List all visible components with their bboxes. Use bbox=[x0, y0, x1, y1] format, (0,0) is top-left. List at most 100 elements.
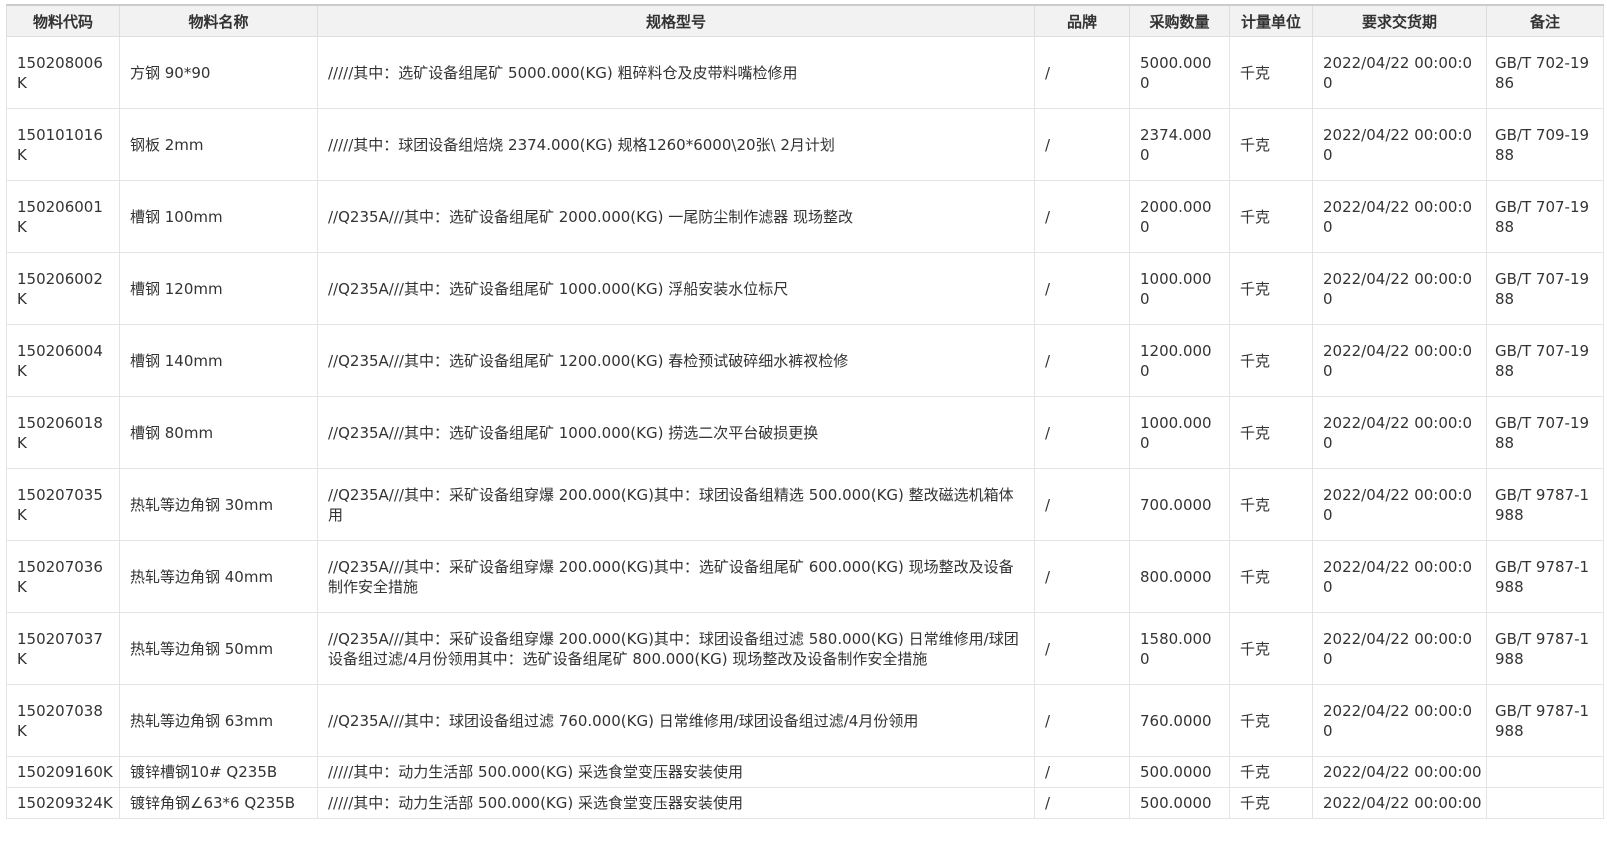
cell-material-name: 槽钢 80mm bbox=[119, 396, 318, 469]
cell-delivery-date: 2022/04/22 00:00:00 bbox=[1312, 396, 1487, 469]
cell-remark bbox=[1486, 787, 1604, 819]
cell-remark: GB/T 9787-1988 bbox=[1486, 612, 1604, 685]
cell-remark: GB/T 707-1988 bbox=[1486, 180, 1604, 253]
table-row: 150206004K 槽钢 140mm//Q235A///其中：选矿设备组尾矿 1… bbox=[6, 324, 1604, 397]
cell-material-name: 镀锌槽钢10# Q235B bbox=[119, 756, 318, 788]
cell-material-code: 150209324K bbox=[6, 787, 120, 819]
cell-material-code: 150101016K bbox=[6, 108, 120, 181]
cell-delivery-date: 2022/04/22 00:00:00 bbox=[1312, 756, 1487, 788]
procurement-table-container: 物料代码 物料名称 规格型号 品牌 采购数量 计量单位 要求交货期 备注 150… bbox=[6, 4, 1604, 819]
cell-material-code: 150207036K bbox=[6, 540, 120, 613]
cell-material-code: 150207037K bbox=[6, 612, 120, 685]
cell-brand: / bbox=[1034, 684, 1130, 757]
cell-brand: / bbox=[1034, 468, 1130, 541]
table-row: 150207037K 热轧等边角钢 50mm//Q235A///其中：采矿设备组穿… bbox=[6, 612, 1604, 685]
header-spec-model: 规格型号 bbox=[317, 4, 1035, 37]
cell-brand: / bbox=[1034, 396, 1130, 469]
cell-delivery-date: 2022/04/22 00:00:00 bbox=[1312, 684, 1487, 757]
cell-unit: 千克 bbox=[1229, 540, 1313, 613]
cell-remark: GB/T 707-1988 bbox=[1486, 252, 1604, 325]
cell-purchase-qty: 760.0000 bbox=[1129, 684, 1230, 757]
table-row: 150206002K 槽钢 120mm//Q235A///其中：选矿设备组尾矿 1… bbox=[6, 252, 1604, 325]
cell-material-name: 槽钢 140mm bbox=[119, 324, 318, 397]
procurement-table: 物料代码 物料名称 规格型号 品牌 采购数量 计量单位 要求交货期 备注 150… bbox=[6, 4, 1604, 819]
cell-material-name: 方钢 90*90 bbox=[119, 36, 318, 109]
table-body: 150208006K 方钢 90*90/////其中：选矿设备组尾矿 5000.0… bbox=[6, 36, 1604, 819]
cell-purchase-qty: 500.0000 bbox=[1129, 756, 1230, 788]
cell-delivery-date: 2022/04/22 00:00:00 bbox=[1312, 108, 1487, 181]
cell-unit: 千克 bbox=[1229, 396, 1313, 469]
cell-spec-model: //Q235A///其中：选矿设备组尾矿 2000.000(KG) 一尾防尘制作… bbox=[317, 180, 1035, 253]
table-row: 150207038K 热轧等边角钢 63mm//Q235A///其中：球团设备组过… bbox=[6, 684, 1604, 757]
cell-spec-model: //Q235A///其中：采矿设备组穿爆 200.000(KG)其中：选矿设备组… bbox=[317, 540, 1035, 613]
cell-material-name: 钢板 2mm bbox=[119, 108, 318, 181]
header-material-code: 物料代码 bbox=[6, 4, 120, 37]
cell-delivery-date: 2022/04/22 00:00:00 bbox=[1312, 36, 1487, 109]
cell-material-name: 热轧等边角钢 40mm bbox=[119, 540, 318, 613]
cell-delivery-date: 2022/04/22 00:00:00 bbox=[1312, 787, 1487, 819]
header-row: 物料代码 物料名称 规格型号 品牌 采购数量 计量单位 要求交货期 备注 bbox=[6, 4, 1604, 37]
cell-purchase-qty: 1000.0000 bbox=[1129, 396, 1230, 469]
cell-material-code: 150206018K bbox=[6, 396, 120, 469]
cell-purchase-qty: 2374.0000 bbox=[1129, 108, 1230, 181]
cell-delivery-date: 2022/04/22 00:00:00 bbox=[1312, 612, 1487, 685]
cell-brand: / bbox=[1034, 36, 1130, 109]
cell-brand: / bbox=[1034, 324, 1130, 397]
cell-spec-model: /////其中：动力生活部 500.000(KG) 采选食堂变压器安装使用 bbox=[317, 787, 1035, 819]
cell-material-name: 槽钢 120mm bbox=[119, 252, 318, 325]
cell-brand: / bbox=[1034, 252, 1130, 325]
table-row: 150207035K 热轧等边角钢 30mm//Q235A///其中：采矿设备组穿… bbox=[6, 468, 1604, 541]
cell-remark: GB/T 707-1988 bbox=[1486, 324, 1604, 397]
cell-spec-model: //Q235A///其中：采矿设备组穿爆 200.000(KG)其中：球团设备组… bbox=[317, 468, 1035, 541]
cell-material-code: 150207035K bbox=[6, 468, 120, 541]
cell-spec-model: /////其中：动力生活部 500.000(KG) 采选食堂变压器安装使用 bbox=[317, 756, 1035, 788]
cell-remark: GB/T 707-1988 bbox=[1486, 396, 1604, 469]
cell-material-name: 槽钢 100mm bbox=[119, 180, 318, 253]
cell-delivery-date: 2022/04/22 00:00:00 bbox=[1312, 468, 1487, 541]
cell-purchase-qty: 1580.0000 bbox=[1129, 612, 1230, 685]
cell-remark: GB/T 709-1988 bbox=[1486, 108, 1604, 181]
cell-spec-model: /////其中：球团设备组焙烧 2374.000(KG) 规格1260*6000… bbox=[317, 108, 1035, 181]
cell-spec-model: //Q235A///其中：选矿设备组尾矿 1000.000(KG) 捞选二次平台… bbox=[317, 396, 1035, 469]
table-row: 150208006K 方钢 90*90/////其中：选矿设备组尾矿 5000.0… bbox=[6, 36, 1604, 109]
table-row: 150209160K 镀锌槽钢10# Q235B/////其中：动力生活部 500… bbox=[6, 756, 1604, 788]
cell-spec-model: //Q235A///其中：选矿设备组尾矿 1200.000(KG) 春检预试破碎… bbox=[317, 324, 1035, 397]
cell-unit: 千克 bbox=[1229, 684, 1313, 757]
cell-material-code: 150207038K bbox=[6, 684, 120, 757]
cell-remark bbox=[1486, 756, 1604, 788]
cell-spec-model: /////其中：选矿设备组尾矿 5000.000(KG) 粗碎料仓及皮带料嘴检修… bbox=[317, 36, 1035, 109]
cell-delivery-date: 2022/04/22 00:00:00 bbox=[1312, 180, 1487, 253]
cell-unit: 千克 bbox=[1229, 612, 1313, 685]
cell-material-code: 150206001K bbox=[6, 180, 120, 253]
cell-unit: 千克 bbox=[1229, 108, 1313, 181]
cell-spec-model: //Q235A///其中：选矿设备组尾矿 1000.000(KG) 浮船安装水位… bbox=[317, 252, 1035, 325]
cell-brand: / bbox=[1034, 180, 1130, 253]
cell-unit: 千克 bbox=[1229, 252, 1313, 325]
cell-remark: GB/T 702-1986 bbox=[1486, 36, 1604, 109]
cell-purchase-qty: 5000.0000 bbox=[1129, 36, 1230, 109]
cell-spec-model: //Q235A///其中：球团设备组过滤 760.000(KG) 日常维修用/球… bbox=[317, 684, 1035, 757]
header-material-name: 物料名称 bbox=[119, 4, 318, 37]
cell-brand: / bbox=[1034, 756, 1130, 788]
header-brand: 品牌 bbox=[1034, 4, 1130, 37]
cell-material-name: 热轧等边角钢 50mm bbox=[119, 612, 318, 685]
cell-spec-model: //Q235A///其中：采矿设备组穿爆 200.000(KG)其中：球团设备组… bbox=[317, 612, 1035, 685]
cell-material-code: 150206004K bbox=[6, 324, 120, 397]
cell-unit: 千克 bbox=[1229, 324, 1313, 397]
table-row: 150207036K 热轧等边角钢 40mm//Q235A///其中：采矿设备组穿… bbox=[6, 540, 1604, 613]
cell-brand: / bbox=[1034, 540, 1130, 613]
cell-purchase-qty: 700.0000 bbox=[1129, 468, 1230, 541]
cell-material-code: 150208006K bbox=[6, 36, 120, 109]
cell-unit: 千克 bbox=[1229, 756, 1313, 788]
cell-unit: 千克 bbox=[1229, 180, 1313, 253]
table-row: 150101016K 钢板 2mm/////其中：球团设备组焙烧 2374.000… bbox=[6, 108, 1604, 181]
cell-delivery-date: 2022/04/22 00:00:00 bbox=[1312, 540, 1487, 613]
cell-delivery-date: 2022/04/22 00:00:00 bbox=[1312, 324, 1487, 397]
cell-material-code: 150206002K bbox=[6, 252, 120, 325]
header-delivery-date: 要求交货期 bbox=[1312, 4, 1487, 37]
cell-remark: GB/T 9787-1988 bbox=[1486, 468, 1604, 541]
cell-purchase-qty: 1000.0000 bbox=[1129, 252, 1230, 325]
cell-material-name: 镀锌角钢∠63*6 Q235B bbox=[119, 787, 318, 819]
table-row: 150209324K 镀锌角钢∠63*6 Q235B/////其中：动力生活部 5… bbox=[6, 787, 1604, 819]
cell-purchase-qty: 1200.0000 bbox=[1129, 324, 1230, 397]
